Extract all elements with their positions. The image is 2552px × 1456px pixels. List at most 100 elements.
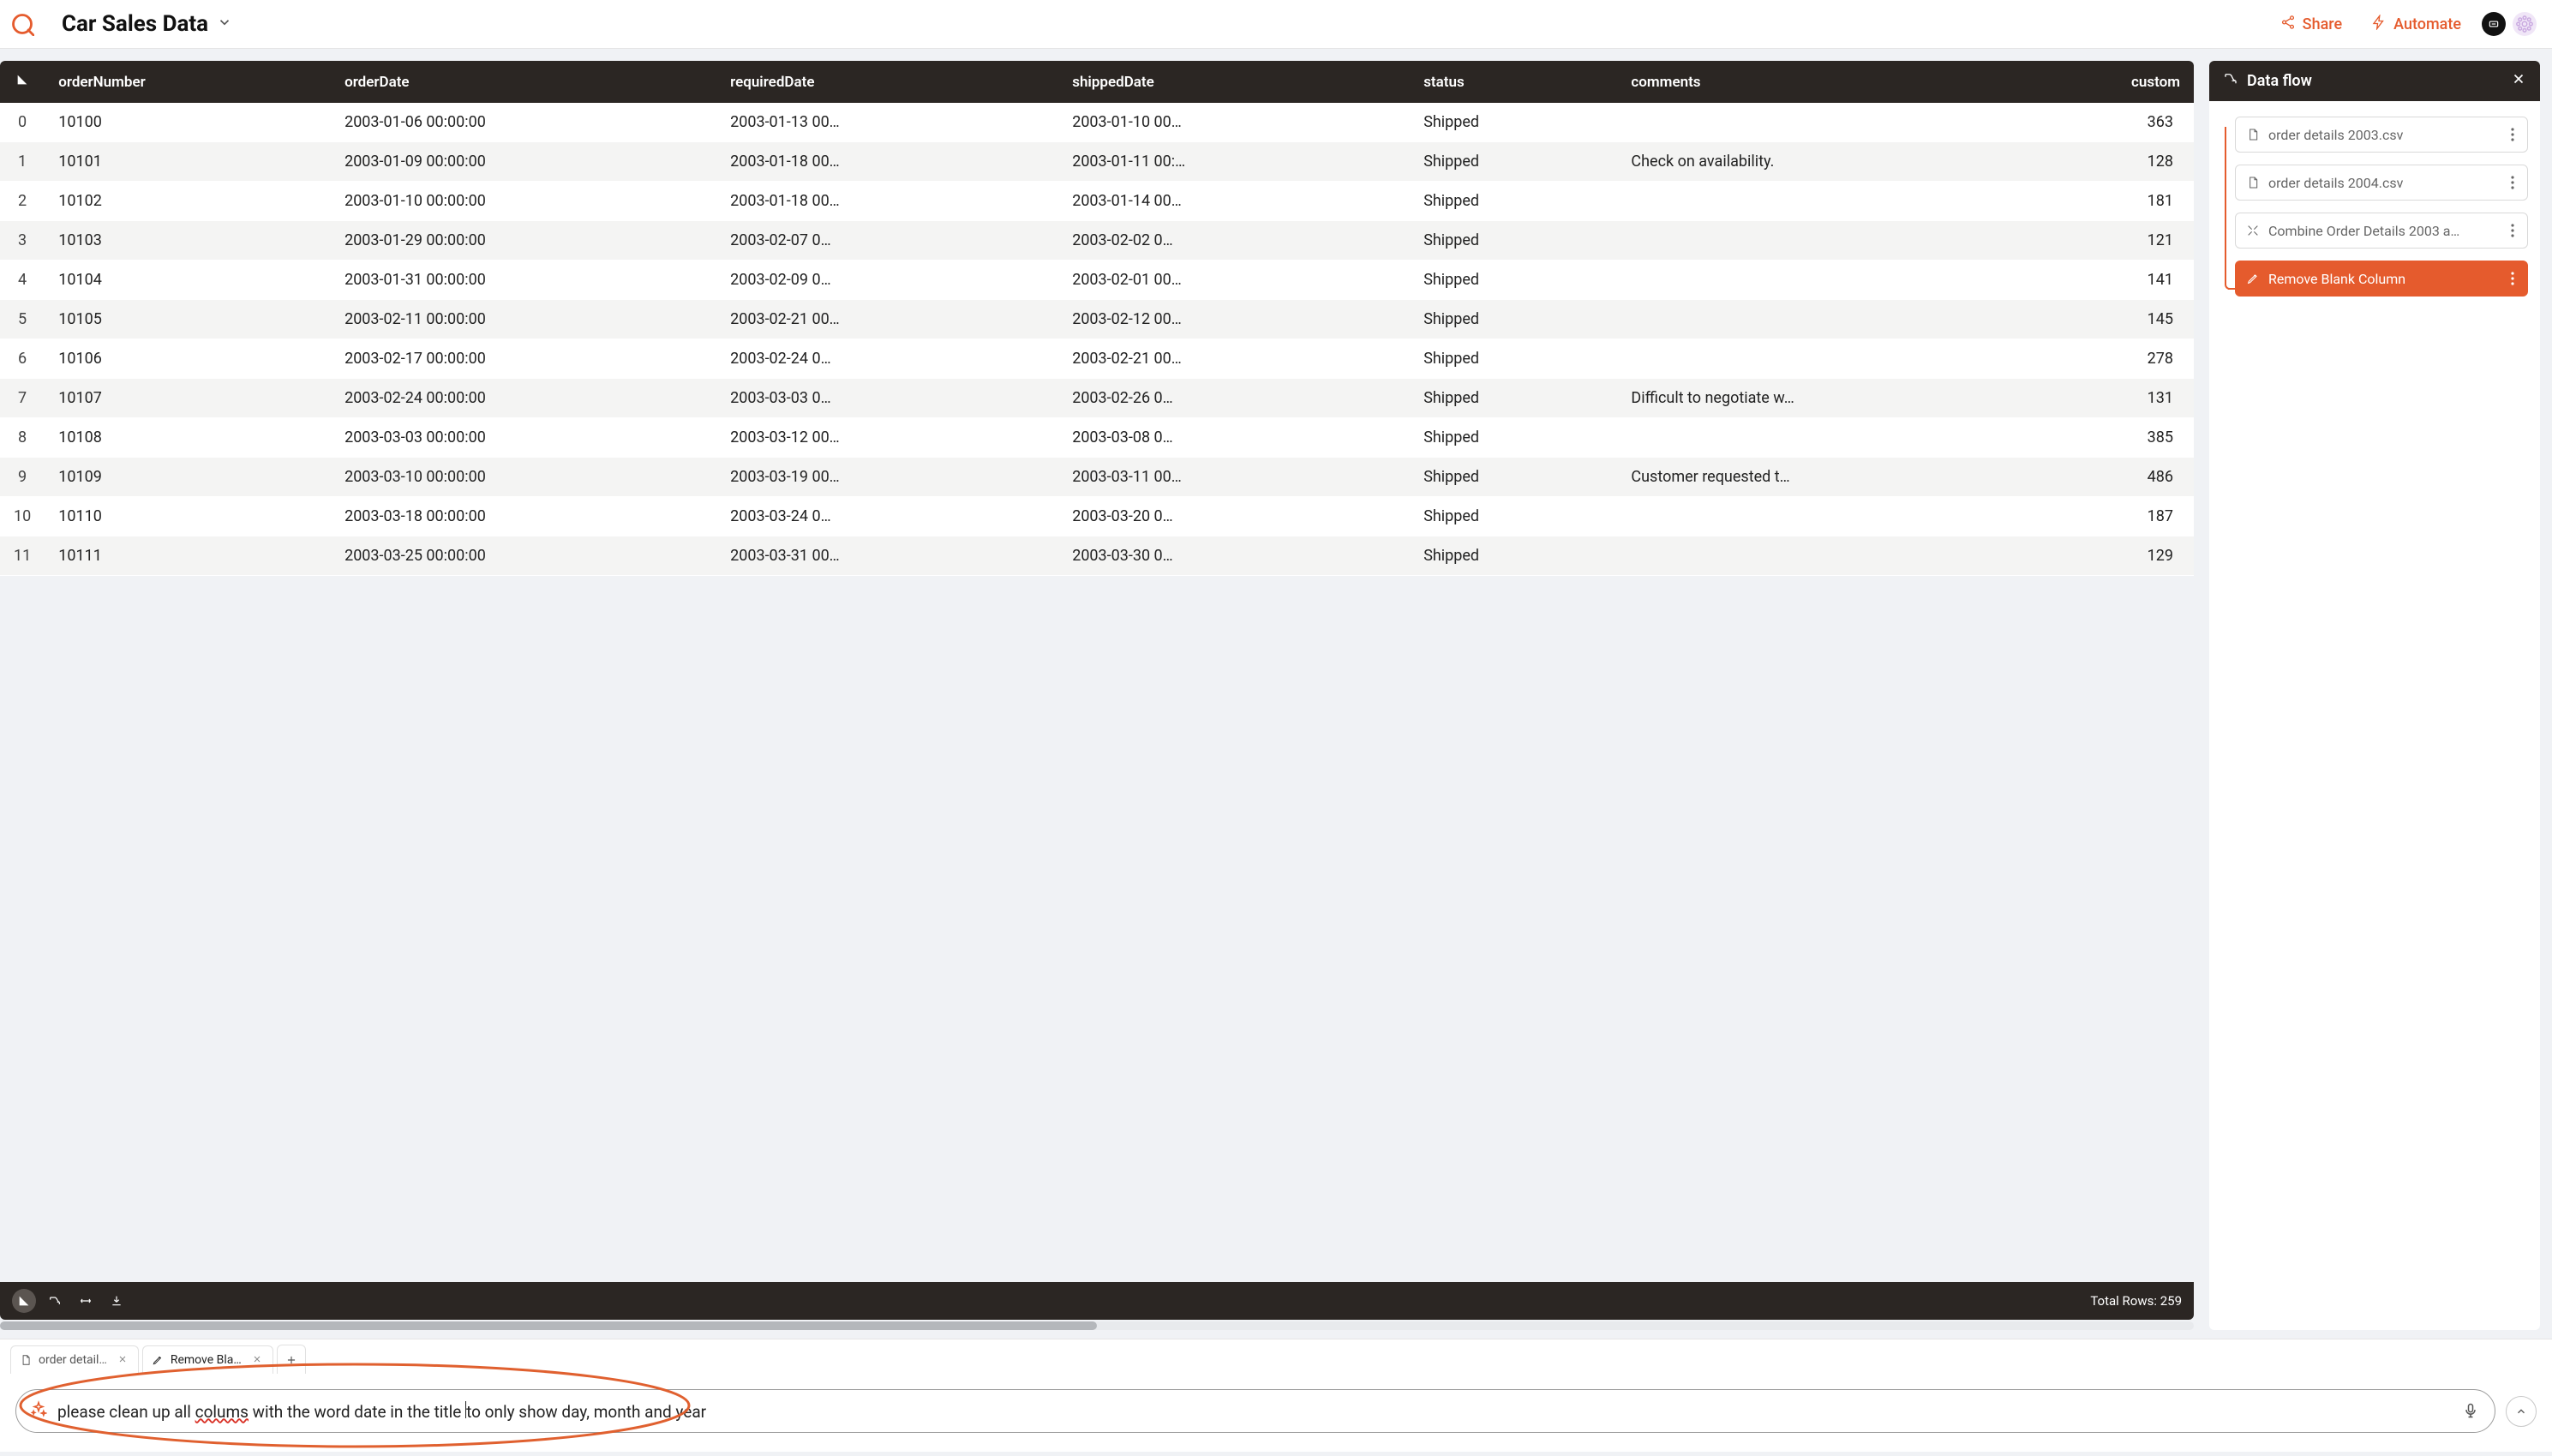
cell-custom[interactable]: 131 bbox=[2003, 379, 2194, 418]
cell-orderNumber[interactable]: 10105 bbox=[45, 300, 331, 339]
cell-shippedDate[interactable]: 2003-01-11 00:… bbox=[1058, 142, 1410, 182]
cell-status[interactable]: Shipped bbox=[1410, 536, 1617, 576]
cell-shippedDate[interactable]: 2003-01-10 00… bbox=[1058, 103, 1410, 142]
cell-orderNumber[interactable]: 10111 bbox=[45, 536, 331, 576]
cell-orderDate[interactable]: 2003-03-18 00:00:00 bbox=[331, 497, 716, 536]
cell-shippedDate[interactable]: 2003-02-02 0… bbox=[1058, 221, 1410, 261]
cell-comments[interactable]: Difficult to negotiate w… bbox=[1617, 379, 2003, 418]
footer-edit-mode-icon[interactable] bbox=[12, 1289, 36, 1313]
data-table[interactable]: orderNumber orderDate requiredDate shipp… bbox=[0, 61, 2194, 576]
cell-custom[interactable]: 121 bbox=[2003, 221, 2194, 261]
cell-comments[interactable]: Customer requested t… bbox=[1617, 458, 2003, 497]
cell-requiredDate[interactable]: 2003-03-03 0… bbox=[716, 379, 1058, 418]
cell-orderDate[interactable]: 2003-03-25 00:00:00 bbox=[331, 536, 716, 576]
table-row[interactable]: 11101112003-03-25 00:00:002003-03-31 00…… bbox=[0, 536, 2194, 576]
cell-custom[interactable]: 486 bbox=[2003, 458, 2194, 497]
close-panel-icon[interactable] bbox=[2511, 71, 2526, 91]
cell-custom[interactable]: 181 bbox=[2003, 182, 2194, 221]
more-icon[interactable] bbox=[2507, 270, 2519, 287]
table-row[interactable]: 6101062003-02-17 00:00:002003-02-24 0…20… bbox=[0, 339, 2194, 379]
cell-shippedDate[interactable]: 2003-02-01 00… bbox=[1058, 261, 1410, 300]
cell-shippedDate[interactable]: 2003-03-11 00… bbox=[1058, 458, 1410, 497]
cell-orderNumber[interactable]: 10104 bbox=[45, 261, 331, 300]
cell-requiredDate[interactable]: 2003-02-24 0… bbox=[716, 339, 1058, 379]
mic-icon[interactable] bbox=[2462, 1402, 2481, 1421]
cell-requiredDate[interactable]: 2003-01-18 00… bbox=[716, 182, 1058, 221]
cell-custom[interactable]: 187 bbox=[2003, 497, 2194, 536]
flow-item[interactable]: order details 2004.csv bbox=[2235, 165, 2528, 201]
cell-status[interactable]: Shipped bbox=[1410, 497, 1617, 536]
flow-item[interactable]: Combine Order Details 2003 a… bbox=[2235, 213, 2528, 249]
col-comments[interactable]: comments bbox=[1617, 61, 2003, 103]
org-avatar[interactable] bbox=[2513, 12, 2537, 36]
cell-requiredDate[interactable]: 2003-03-31 00… bbox=[716, 536, 1058, 576]
footer-download-icon[interactable] bbox=[105, 1289, 129, 1313]
cell-orderDate[interactable]: 2003-01-10 00:00:00 bbox=[331, 182, 716, 221]
cell-orderNumber[interactable]: 10108 bbox=[45, 418, 331, 458]
prompt-input[interactable]: please clean up all colums with the word… bbox=[57, 1401, 2452, 1422]
cell-comments[interactable]: Check on availability. bbox=[1617, 142, 2003, 182]
cell-orderDate[interactable]: 2003-03-03 00:00:00 bbox=[331, 418, 716, 458]
cell-custom[interactable]: 145 bbox=[2003, 300, 2194, 339]
flow-item[interactable]: Remove Blank Column bbox=[2235, 261, 2528, 297]
cell-orderNumber[interactable]: 10106 bbox=[45, 339, 331, 379]
cell-orderNumber[interactable]: 10101 bbox=[45, 142, 331, 182]
cell-orderNumber[interactable]: 10103 bbox=[45, 221, 331, 261]
table-row[interactable]: 0101002003-01-06 00:00:002003-01-13 00…2… bbox=[0, 103, 2194, 142]
cell-orderDate[interactable]: 2003-01-06 00:00:00 bbox=[331, 103, 716, 142]
table-row[interactable]: 5101052003-02-11 00:00:002003-02-21 00…2… bbox=[0, 300, 2194, 339]
prompt-input-box[interactable]: please clean up all colums with the word… bbox=[15, 1389, 2495, 1433]
cell-custom[interactable]: 129 bbox=[2003, 536, 2194, 576]
cell-custom[interactable]: 278 bbox=[2003, 339, 2194, 379]
cell-custom[interactable]: 385 bbox=[2003, 418, 2194, 458]
cell-requiredDate[interactable]: 2003-02-21 00… bbox=[716, 300, 1058, 339]
cell-orderDate[interactable]: 2003-01-09 00:00:00 bbox=[331, 142, 716, 182]
col-requiredDate[interactable]: requiredDate bbox=[716, 61, 1058, 103]
cell-orderDate[interactable]: 2003-01-31 00:00:00 bbox=[331, 261, 716, 300]
table-row[interactable]: 1101012003-01-09 00:00:002003-01-18 00…2… bbox=[0, 142, 2194, 182]
table-row[interactable]: 4101042003-01-31 00:00:002003-02-09 0…20… bbox=[0, 261, 2194, 300]
more-icon[interactable] bbox=[2507, 222, 2519, 239]
cell-orderDate[interactable]: 2003-02-24 00:00:00 bbox=[331, 379, 716, 418]
col-shippedDate[interactable]: shippedDate bbox=[1058, 61, 1410, 103]
tab[interactable]: Remove Bla… bbox=[142, 1345, 273, 1374]
cell-comments[interactable] bbox=[1617, 182, 2003, 221]
cell-status[interactable]: Shipped bbox=[1410, 418, 1617, 458]
cell-comments[interactable] bbox=[1617, 339, 2003, 379]
footer-flow-icon[interactable] bbox=[43, 1289, 67, 1313]
cell-requiredDate[interactable]: 2003-03-24 0… bbox=[716, 497, 1058, 536]
cell-orderDate[interactable]: 2003-01-29 00:00:00 bbox=[331, 221, 716, 261]
cell-orderDate[interactable]: 2003-03-10 00:00:00 bbox=[331, 458, 716, 497]
cell-comments[interactable] bbox=[1617, 261, 2003, 300]
table-row[interactable]: 9101092003-03-10 00:00:002003-03-19 00…2… bbox=[0, 458, 2194, 497]
more-icon[interactable] bbox=[2507, 126, 2519, 143]
table-row[interactable]: 10101102003-03-18 00:00:002003-03-24 0…2… bbox=[0, 497, 2194, 536]
cell-orderDate[interactable]: 2003-02-17 00:00:00 bbox=[331, 339, 716, 379]
cell-status[interactable]: Shipped bbox=[1410, 221, 1617, 261]
cell-orderNumber[interactable]: 10110 bbox=[45, 497, 331, 536]
cell-custom[interactable]: 363 bbox=[2003, 103, 2194, 142]
close-tab-icon[interactable] bbox=[252, 1354, 264, 1366]
table-row[interactable]: 2101022003-01-10 00:00:002003-01-18 00…2… bbox=[0, 182, 2194, 221]
col-orderDate[interactable]: orderDate bbox=[331, 61, 716, 103]
more-icon[interactable] bbox=[2507, 174, 2519, 191]
cell-shippedDate[interactable]: 2003-03-30 0… bbox=[1058, 536, 1410, 576]
cell-requiredDate[interactable]: 2003-02-07 0… bbox=[716, 221, 1058, 261]
cell-custom[interactable]: 128 bbox=[2003, 142, 2194, 182]
cell-orderDate[interactable]: 2003-02-11 00:00:00 bbox=[331, 300, 716, 339]
cell-requiredDate[interactable]: 2003-03-12 00… bbox=[716, 418, 1058, 458]
cell-shippedDate[interactable]: 2003-03-08 0… bbox=[1058, 418, 1410, 458]
cell-status[interactable]: Shipped bbox=[1410, 379, 1617, 418]
cell-shippedDate[interactable]: 2003-03-20 0… bbox=[1058, 497, 1410, 536]
cell-orderNumber[interactable]: 10107 bbox=[45, 379, 331, 418]
cell-comments[interactable] bbox=[1617, 300, 2003, 339]
cell-requiredDate[interactable]: 2003-03-19 00… bbox=[716, 458, 1058, 497]
cell-status[interactable]: Shipped bbox=[1410, 261, 1617, 300]
cell-shippedDate[interactable]: 2003-02-26 0… bbox=[1058, 379, 1410, 418]
cell-requiredDate[interactable]: 2003-01-18 00… bbox=[716, 142, 1058, 182]
row-index-header[interactable] bbox=[0, 61, 45, 103]
cell-comments[interactable] bbox=[1617, 418, 2003, 458]
cell-orderNumber[interactable]: 10102 bbox=[45, 182, 331, 221]
cell-comments[interactable] bbox=[1617, 221, 2003, 261]
title-dropdown-icon[interactable] bbox=[217, 15, 232, 33]
